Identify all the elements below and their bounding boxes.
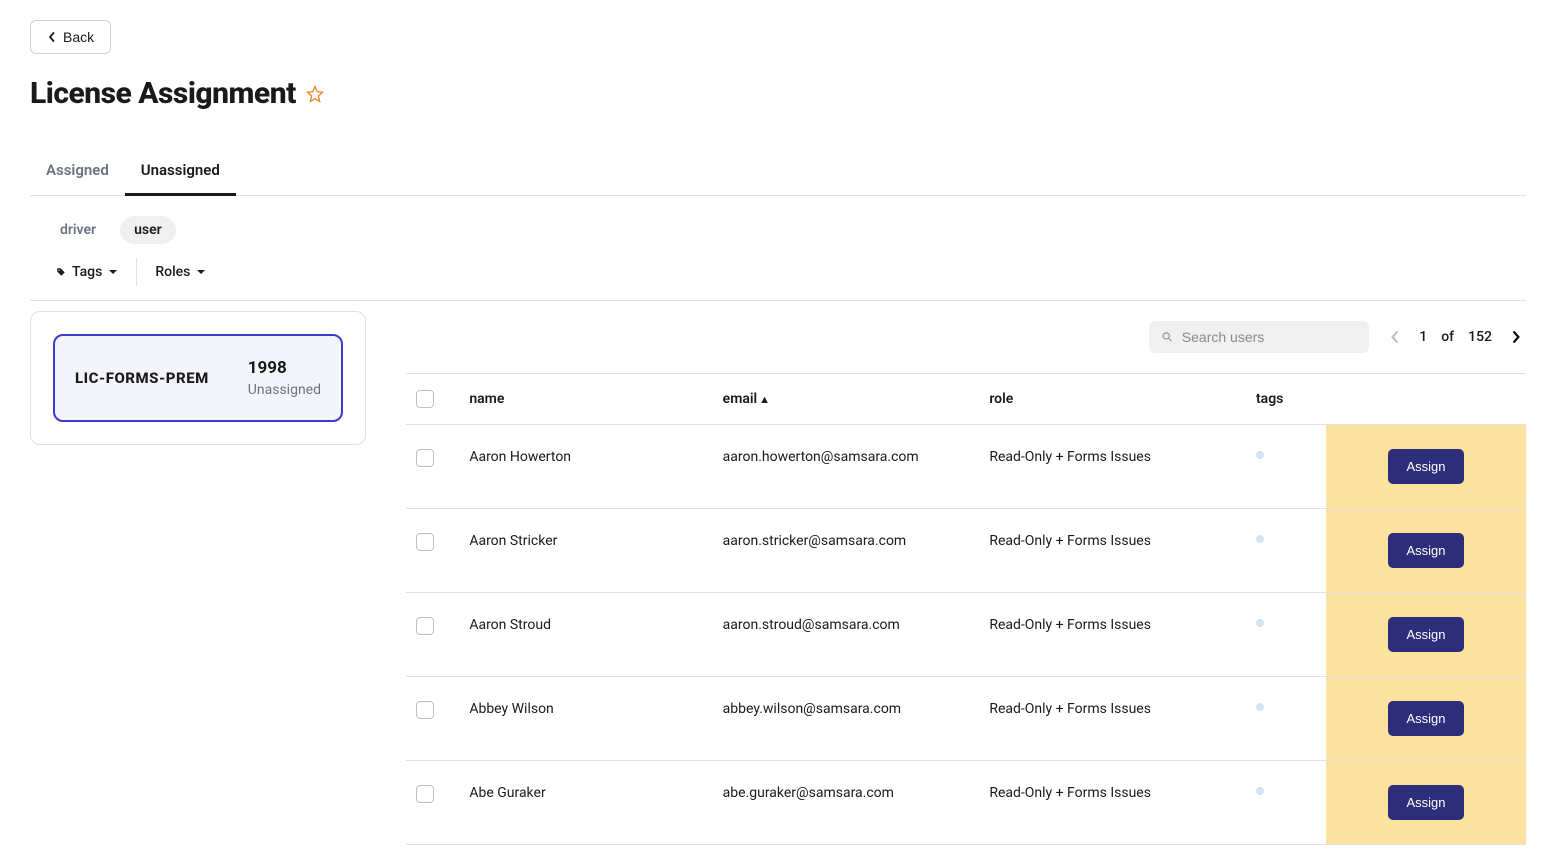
row-email: abe.guraker@samsara.com — [713, 761, 980, 845]
page-of: of — [1441, 329, 1454, 345]
license-name: LIC-FORMS-PREM — [75, 369, 209, 387]
chevron-left-icon — [47, 32, 57, 42]
chevron-right-icon — [1510, 331, 1522, 343]
table-row: Abe Gurakerabe.guraker@samsara.comRead-O… — [406, 761, 1526, 845]
row-role: Read-Only + Forms Issues — [979, 509, 1246, 593]
row-name: Aaron Howerton — [459, 425, 712, 509]
table-row: Aaron Howertonaaron.howerton@samsara.com… — [406, 425, 1526, 509]
filter-roles-dropdown[interactable]: Roles — [137, 258, 224, 286]
back-button[interactable]: Back — [30, 20, 111, 54]
tab-unassigned[interactable]: Unassigned — [125, 147, 236, 196]
favorite-star-icon[interactable] — [306, 85, 324, 103]
table-row: Abbey Wilsonabbey.wilson@samsara.comRead… — [406, 677, 1526, 761]
tag-dot-icon — [1256, 619, 1264, 627]
row-email: aaron.howerton@samsara.com — [713, 425, 980, 509]
license-card-container: LIC-FORMS-PREM 1998 Unassigned — [30, 311, 366, 445]
row-role: Read-Only + Forms Issues — [979, 761, 1246, 845]
users-table: name email▲ role tags Aaron Howertonaaro… — [406, 373, 1526, 845]
row-checkbox[interactable] — [416, 617, 434, 635]
page-next-button[interactable] — [1506, 327, 1526, 347]
search-input[interactable] — [1182, 329, 1357, 345]
column-tags[interactable]: tags — [1246, 374, 1326, 425]
row-checkbox[interactable] — [416, 533, 434, 551]
assign-button[interactable]: Assign — [1388, 449, 1463, 484]
row-name: Aaron Stricker — [459, 509, 712, 593]
column-role[interactable]: role — [979, 374, 1246, 425]
table-row: Aaron Strickeraaron.stricker@samsara.com… — [406, 509, 1526, 593]
tab-assigned[interactable]: Assigned — [30, 147, 125, 196]
column-email[interactable]: email▲ — [713, 374, 980, 425]
column-name[interactable]: name — [459, 374, 712, 425]
tag-dot-icon — [1256, 703, 1264, 711]
page-title: License Assignment — [30, 76, 296, 111]
select-all-checkbox[interactable] — [416, 390, 434, 408]
row-role: Read-Only + Forms Issues — [979, 425, 1246, 509]
license-count: 1998 — [248, 358, 321, 378]
row-role: Read-Only + Forms Issues — [979, 593, 1246, 677]
page-prev-button[interactable] — [1385, 327, 1405, 347]
row-email: abbey.wilson@samsara.com — [713, 677, 980, 761]
row-checkbox[interactable] — [416, 785, 434, 803]
search-input-wrap — [1149, 321, 1369, 353]
tag-dot-icon — [1256, 535, 1264, 543]
filter-roles-label: Roles — [155, 264, 190, 280]
assign-button[interactable]: Assign — [1388, 785, 1463, 820]
page-current: 1 — [1419, 329, 1427, 345]
filter-tags-label: Tags — [72, 264, 102, 280]
row-email: aaron.stricker@samsara.com — [713, 509, 980, 593]
row-name: Abe Guraker — [459, 761, 712, 845]
assign-button[interactable]: Assign — [1388, 701, 1463, 736]
filter-type-driver[interactable]: driver — [46, 216, 110, 244]
row-name: Aaron Stroud — [459, 593, 712, 677]
sort-asc-icon: ▲ — [759, 393, 770, 406]
row-checkbox[interactable] — [416, 449, 434, 467]
row-email: aaron.stroud@samsara.com — [713, 593, 980, 677]
caret-down-icon — [196, 267, 206, 277]
row-checkbox[interactable] — [416, 701, 434, 719]
caret-down-icon — [108, 267, 118, 277]
page-total: 152 — [1468, 329, 1492, 345]
license-status: Unassigned — [248, 382, 321, 398]
filter-tags-dropdown[interactable]: Tags — [38, 258, 137, 286]
row-name: Abbey Wilson — [459, 677, 712, 761]
tag-icon — [56, 267, 66, 277]
chevron-left-icon — [1389, 331, 1401, 343]
assign-button[interactable]: Assign — [1388, 617, 1463, 652]
assign-button[interactable]: Assign — [1388, 533, 1463, 568]
back-label: Back — [63, 29, 94, 45]
filter-type-user[interactable]: user — [120, 216, 176, 244]
tag-dot-icon — [1256, 451, 1264, 459]
search-icon — [1161, 330, 1174, 344]
row-role: Read-Only + Forms Issues — [979, 677, 1246, 761]
table-row: Aaron Stroudaaron.stroud@samsara.comRead… — [406, 593, 1526, 677]
license-card[interactable]: LIC-FORMS-PREM 1998 Unassigned — [53, 334, 343, 422]
tag-dot-icon — [1256, 787, 1264, 795]
